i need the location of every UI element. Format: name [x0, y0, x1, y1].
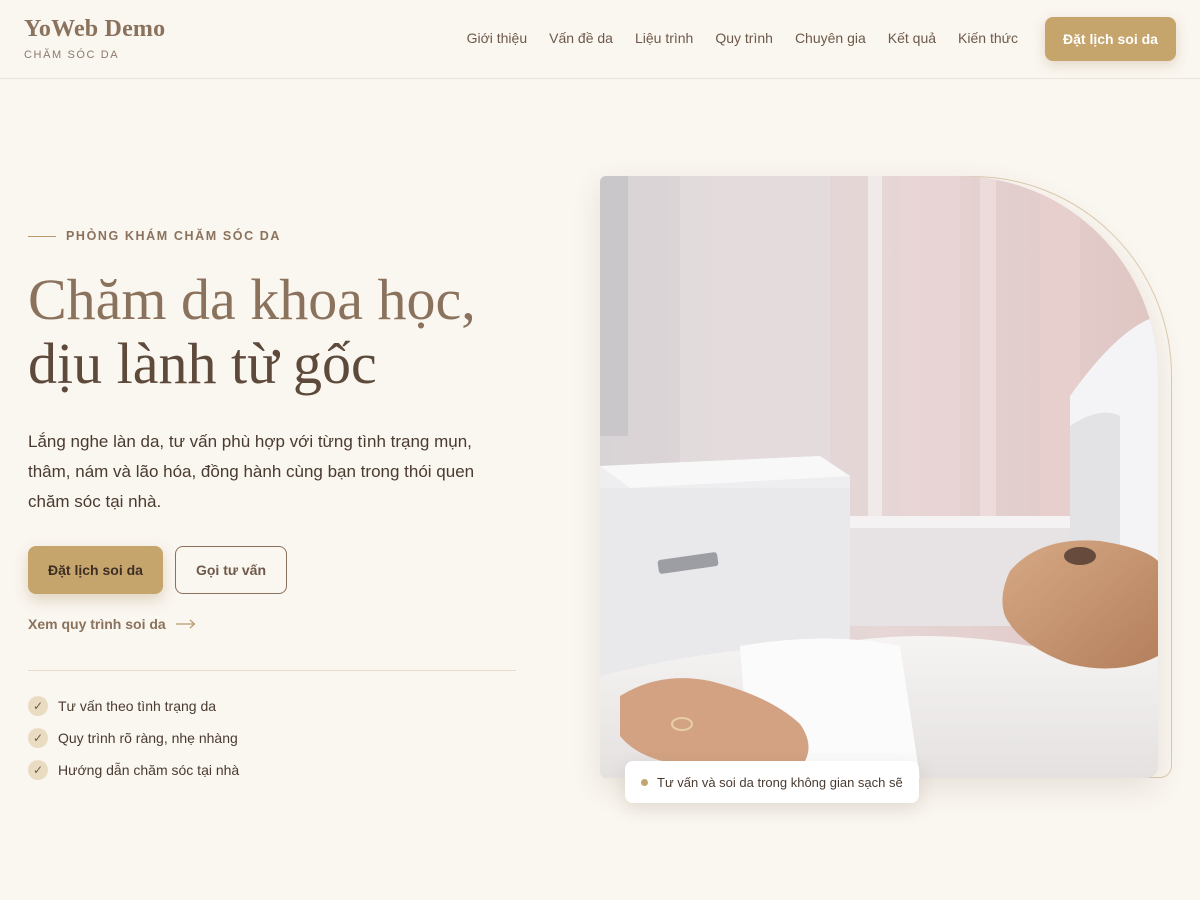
checklist-text: Quy trình rõ ràng, nhẹ nhàng: [58, 730, 238, 746]
hero-title: Chăm da khoa học, dịu lành từ gốc: [28, 268, 548, 396]
nav-item-quy-trinh[interactable]: Quy trình: [715, 30, 773, 46]
nav-item-van-de-da[interactable]: Vấn đề da: [549, 30, 613, 46]
brand-subtitle: CHĂM SÓC DA: [24, 49, 120, 61]
check-icon: ✓: [28, 696, 48, 716]
list-item: ✓ Quy trình rõ ràng, nhẹ nhàng: [28, 722, 239, 754]
checklist-text: Hướng dẫn chăm sóc tại nhà: [58, 762, 240, 778]
nav-item-gioi-thieu[interactable]: Giới thiệu: [467, 30, 528, 46]
list-item: ✓ Tư vấn theo tình trạng da: [28, 690, 239, 722]
dot-icon: [641, 778, 648, 786]
view-process-label: Xem quy trình soi da: [28, 616, 166, 632]
view-process-link[interactable]: Xem quy trình soi da: [28, 616, 196, 632]
eyebrow-line: [28, 235, 56, 237]
hero-description: Lắng nghe làn da, tư vấn phù hợp với từn…: [28, 432, 475, 511]
header-booking-button[interactable]: Đặt lịch soi da: [1045, 17, 1176, 61]
call-consult-button[interactable]: Gọi tư vấn: [175, 546, 287, 594]
hero-photo: [600, 176, 1158, 778]
image-caption: Tư vấn và soi da trong không gian sạch s…: [625, 761, 919, 803]
benefit-checklist: ✓ Tư vấn theo tình trạng da ✓ Quy trình …: [28, 690, 239, 786]
nav-item-kien-thuc[interactable]: Kiến thức: [958, 30, 1018, 46]
checklist-text: Tư vấn theo tình trạng da: [58, 698, 217, 714]
brand-logo[interactable]: YoWeb Demo CHĂM SÓC DA: [24, 16, 165, 61]
hero-title-line2: dịu lành từ gốc: [28, 331, 377, 396]
eyebrow-text: PHÒNG KHÁM CHĂM SÓC DA: [66, 229, 282, 243]
hero-title-line1: Chăm da khoa học,: [28, 267, 476, 332]
nav-item-chuyen-gia[interactable]: Chuyên gia: [795, 30, 866, 46]
booking-button[interactable]: Đặt lịch soi da: [28, 546, 163, 594]
nav-item-lieu-trinh[interactable]: Liệu trình: [635, 30, 693, 46]
nav-item-ket-qua[interactable]: Kết quả: [888, 30, 936, 46]
hero-divider: [28, 670, 516, 671]
brand-name: YoWeb Demo: [24, 16, 166, 42]
list-item: ✓ Hướng dẫn chăm sóc tại nhà: [28, 754, 239, 786]
main-nav: Giới thiệu Vấn đề da Liệu trình Quy trìn…: [467, 30, 1018, 46]
arrow-right-icon: [175, 616, 196, 632]
hero-eyebrow: PHÒNG KHÁM CHĂM SÓC DA: [28, 229, 281, 243]
site-header: YoWeb Demo CHĂM SÓC DA Giới thiệu Vấn đề…: [0, 0, 1200, 79]
check-icon: ✓: [28, 728, 48, 748]
image-caption-text: Tư vấn và soi da trong không gian sạch s…: [657, 774, 903, 790]
check-icon: ✓: [28, 760, 48, 780]
